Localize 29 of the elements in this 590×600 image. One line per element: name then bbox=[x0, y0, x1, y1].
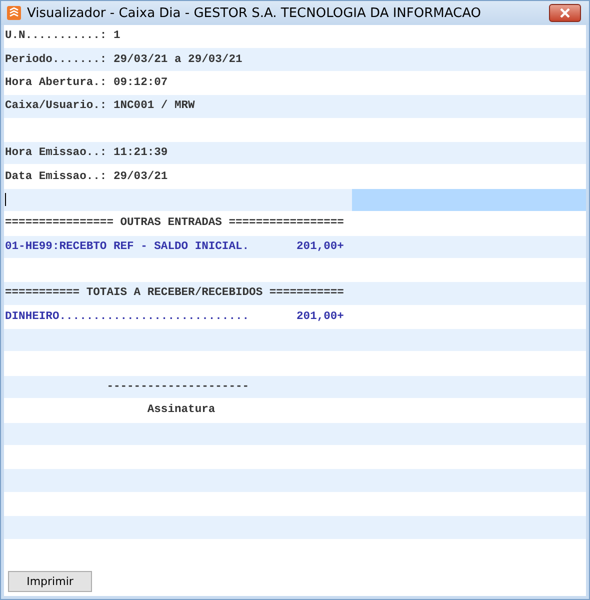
print-button[interactable]: Imprimir bbox=[8, 570, 92, 592]
report-line: ================ OUTRAS ENTRADAS ================= bbox=[5, 217, 344, 230]
close-icon bbox=[559, 8, 571, 18]
report-line: DINHEIRO............................ 201,00+ bbox=[5, 310, 344, 323]
selected-row[interactable] bbox=[4, 188, 586, 212]
report-row[interactable]: --------------------- bbox=[4, 376, 586, 400]
report-line: U.N...........: 1 bbox=[5, 30, 120, 42]
report-line: Data Emissao..: 29/03/21 bbox=[5, 170, 168, 183]
report-row[interactable] bbox=[4, 422, 586, 446]
report-row[interactable]: =========== TOTAIS A RECEBER/RECEBIDOS =========== bbox=[4, 282, 586, 306]
report-row[interactable]: Periodo.......: 29/03/21 a 29/03/21 bbox=[4, 48, 586, 72]
report-row[interactable]: Caixa/Usuario.: 1NC001 / MRW bbox=[4, 95, 586, 119]
report-row[interactable] bbox=[4, 469, 586, 493]
report-row[interactable]: Hora Emissao..: 11:21:39 bbox=[4, 142, 586, 166]
report-line: Periodo.......: 29/03/21 a 29/03/21 bbox=[5, 54, 242, 66]
report-line: Caixa/Usuario.: 1NC001 / MRW bbox=[5, 100, 195, 112]
report-row[interactable] bbox=[4, 516, 586, 540]
report-line: 01-HE99:RECEBTO REF - SALDO INICIAL. 201,00+ bbox=[5, 240, 344, 253]
text-cursor bbox=[5, 193, 6, 206]
close-button[interactable] bbox=[549, 4, 581, 22]
report-line: Assinatura bbox=[146, 404, 216, 416]
report-row[interactable] bbox=[4, 329, 586, 352]
report-line: Hora Emissao..: 11:21:39 bbox=[5, 147, 168, 160]
app-icon bbox=[7, 6, 21, 20]
report-row[interactable]: 01-HE99:RECEBTO REF - SALDO INICIAL. 201,00+ bbox=[4, 236, 586, 259]
window-title: Visualizador - Caixa Dia - GESTOR S.A. TECNOLOGIA DA INFORMACAO bbox=[27, 6, 482, 20]
report-line: --------------------- bbox=[106, 381, 250, 394]
report-line: =========== TOTAIS A RECEBER/RECEBIDOS =========== bbox=[5, 287, 344, 300]
report-line: Hora Abertura.: 09:12:07 bbox=[5, 76, 168, 89]
